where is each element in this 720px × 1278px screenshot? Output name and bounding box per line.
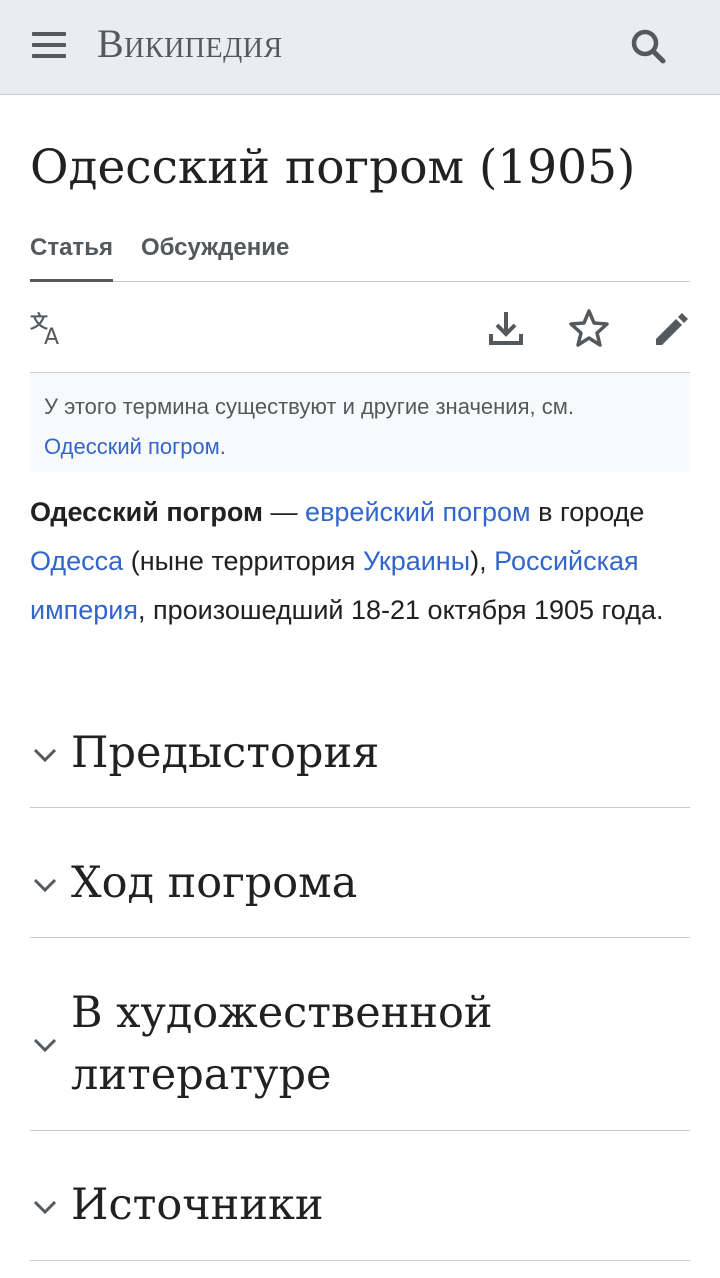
hamburger-menu-icon[interactable] — [24, 24, 74, 66]
page-actions-toolbar: 文 A — [30, 300, 690, 356]
section-title: Источники — [71, 1180, 324, 1230]
star-icon[interactable] — [567, 306, 611, 350]
section-title: Предыстория — [71, 728, 380, 778]
hatnote-trail: . — [219, 434, 226, 459]
disambiguation-hatnote: У этого термина существуют и другие знач… — [30, 372, 690, 472]
section-title: Ход погрома — [71, 858, 358, 908]
hatnote-text: У этого термина существуют и другие знач… — [44, 394, 574, 419]
chevron-down-icon — [33, 1200, 57, 1215]
download-icon[interactable] — [484, 306, 528, 350]
search-icon[interactable] — [626, 24, 672, 70]
page-title: Одесский погром (1905) — [30, 140, 636, 195]
page-tabs: Статья Обсуждение — [30, 228, 690, 282]
lead-text: в городе — [530, 497, 645, 527]
chevron-down-icon — [33, 748, 57, 763]
chevron-down-icon — [33, 1038, 57, 1053]
edit-pencil-icon[interactable] — [650, 306, 694, 350]
lead-paragraph: Одесский погром — еврейский погром в гор… — [30, 488, 690, 635]
hatnote-link[interactable]: Одесский погром — [44, 434, 220, 459]
top-header: Википедия — [0, 0, 720, 95]
lead-bold-term: Одесский погром — [30, 497, 264, 527]
lead-text: , произошедший 18-21 октября 1905 года. — [138, 595, 664, 625]
chevron-down-icon — [33, 878, 57, 893]
tab-article[interactable]: Статья — [30, 234, 113, 282]
section-course[interactable]: Ход погрома — [30, 848, 690, 938]
section-sources[interactable]: Источники — [30, 1170, 690, 1261]
link-ukraine[interactable]: Украины — [363, 546, 470, 576]
svg-text:A: A — [44, 325, 59, 350]
lead-text: ), — [470, 546, 495, 576]
tab-talk[interactable]: Обсуждение — [141, 234, 289, 282]
section-title: В художественной литературе — [71, 988, 493, 1100]
section-in-literature[interactable]: В художественной литературе — [30, 982, 690, 1131]
language-icon[interactable]: 文 A — [26, 306, 70, 350]
section-prehistory[interactable]: Предыстория — [30, 718, 690, 808]
wikipedia-logo[interactable]: Википедия — [97, 20, 283, 67]
link-jewish-pogrom[interactable]: еврейский погром — [305, 497, 531, 527]
lead-text: — — [263, 497, 306, 527]
link-odessa[interactable]: Одесса — [30, 546, 123, 576]
lead-text: (ныне территория — [123, 546, 363, 576]
